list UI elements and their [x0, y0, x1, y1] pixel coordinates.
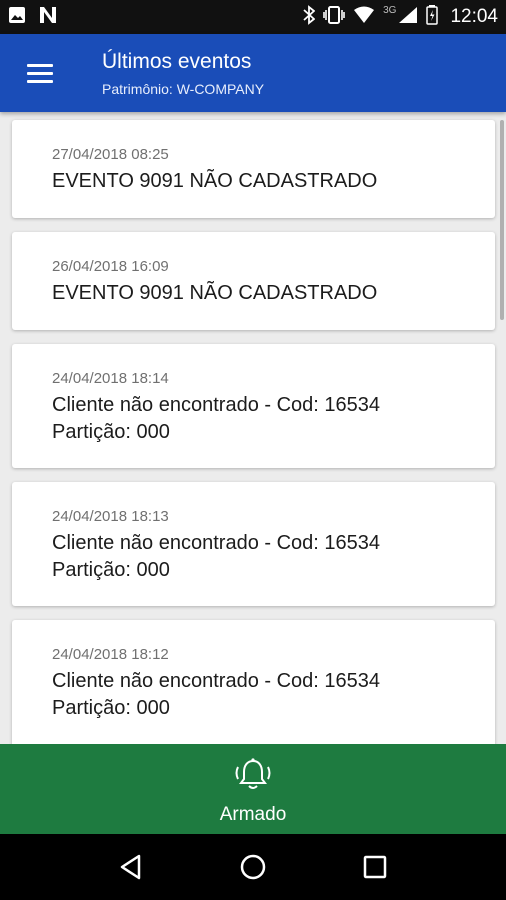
page-subtitle: Patrimônio: W-COMPANY — [102, 81, 265, 97]
network-type: 3G — [383, 4, 397, 16]
menu-icon[interactable] — [18, 53, 62, 93]
n-notification-icon — [38, 6, 58, 29]
image-icon — [8, 6, 26, 29]
recents-icon[interactable] — [345, 837, 405, 897]
status-time: 12:04 — [450, 6, 498, 27]
event-date: 24/04/2018 18:13 — [52, 508, 169, 525]
event-date: 27/04/2018 08:25 — [52, 146, 169, 163]
bluetooth-icon — [303, 4, 316, 30]
event-card[interactable]: 27/04/2018 08:25 EVENTO 9091 NÃO CADASTR… — [12, 120, 495, 218]
event-card[interactable]: 26/04/2018 16:09 EVENTO 9091 NÃO CADASTR… — [12, 232, 495, 330]
event-card[interactable]: 24/04/2018 18:13 Cliente não encontrado … — [12, 482, 495, 606]
event-card[interactable]: 24/04/2018 18:12 Cliente não encontrado … — [12, 620, 495, 744]
event-card[interactable]: 24/04/2018 18:14 Cliente não encontrado … — [12, 344, 495, 468]
page-title: Últimos eventos — [102, 50, 252, 73]
battery-icon — [426, 4, 439, 30]
event-message: Cliente não encontrado - Cod: 16534 Part… — [52, 532, 381, 581]
home-icon[interactable] — [223, 837, 283, 897]
event-message: Cliente não encontrado - Cod: 16534 Part… — [52, 394, 381, 443]
bell-ringing-icon — [233, 753, 273, 798]
status-bar: 3G 12:04 — [0, 0, 506, 34]
event-date: 24/04/2018 18:12 — [52, 646, 169, 663]
event-list[interactable]: 27/04/2018 08:25 EVENTO 9091 NÃO CADASTR… — [0, 112, 506, 744]
event-date: 24/04/2018 18:14 — [52, 370, 169, 387]
navigation-bar — [0, 834, 506, 900]
arm-status-label: Armado — [219, 803, 287, 825]
event-message: EVENTO 9091 NÃO CADASTRADO — [52, 170, 378, 192]
arm-status-button[interactable]: Armado — [0, 744, 506, 834]
event-message: Cliente não encontrado - Cod: 16534 Part… — [52, 670, 381, 719]
signal-icon — [398, 6, 418, 29]
event-date: 26/04/2018 16:09 — [52, 258, 169, 275]
scrollbar[interactable] — [500, 120, 504, 320]
vibrate-icon — [323, 5, 345, 29]
wifi-icon — [353, 6, 375, 29]
back-icon[interactable] — [101, 837, 161, 897]
event-message: EVENTO 9091 NÃO CADASTRADO — [52, 282, 378, 304]
app-bar: Últimos eventos Patrimônio: W-COMPANY — [0, 34, 506, 112]
